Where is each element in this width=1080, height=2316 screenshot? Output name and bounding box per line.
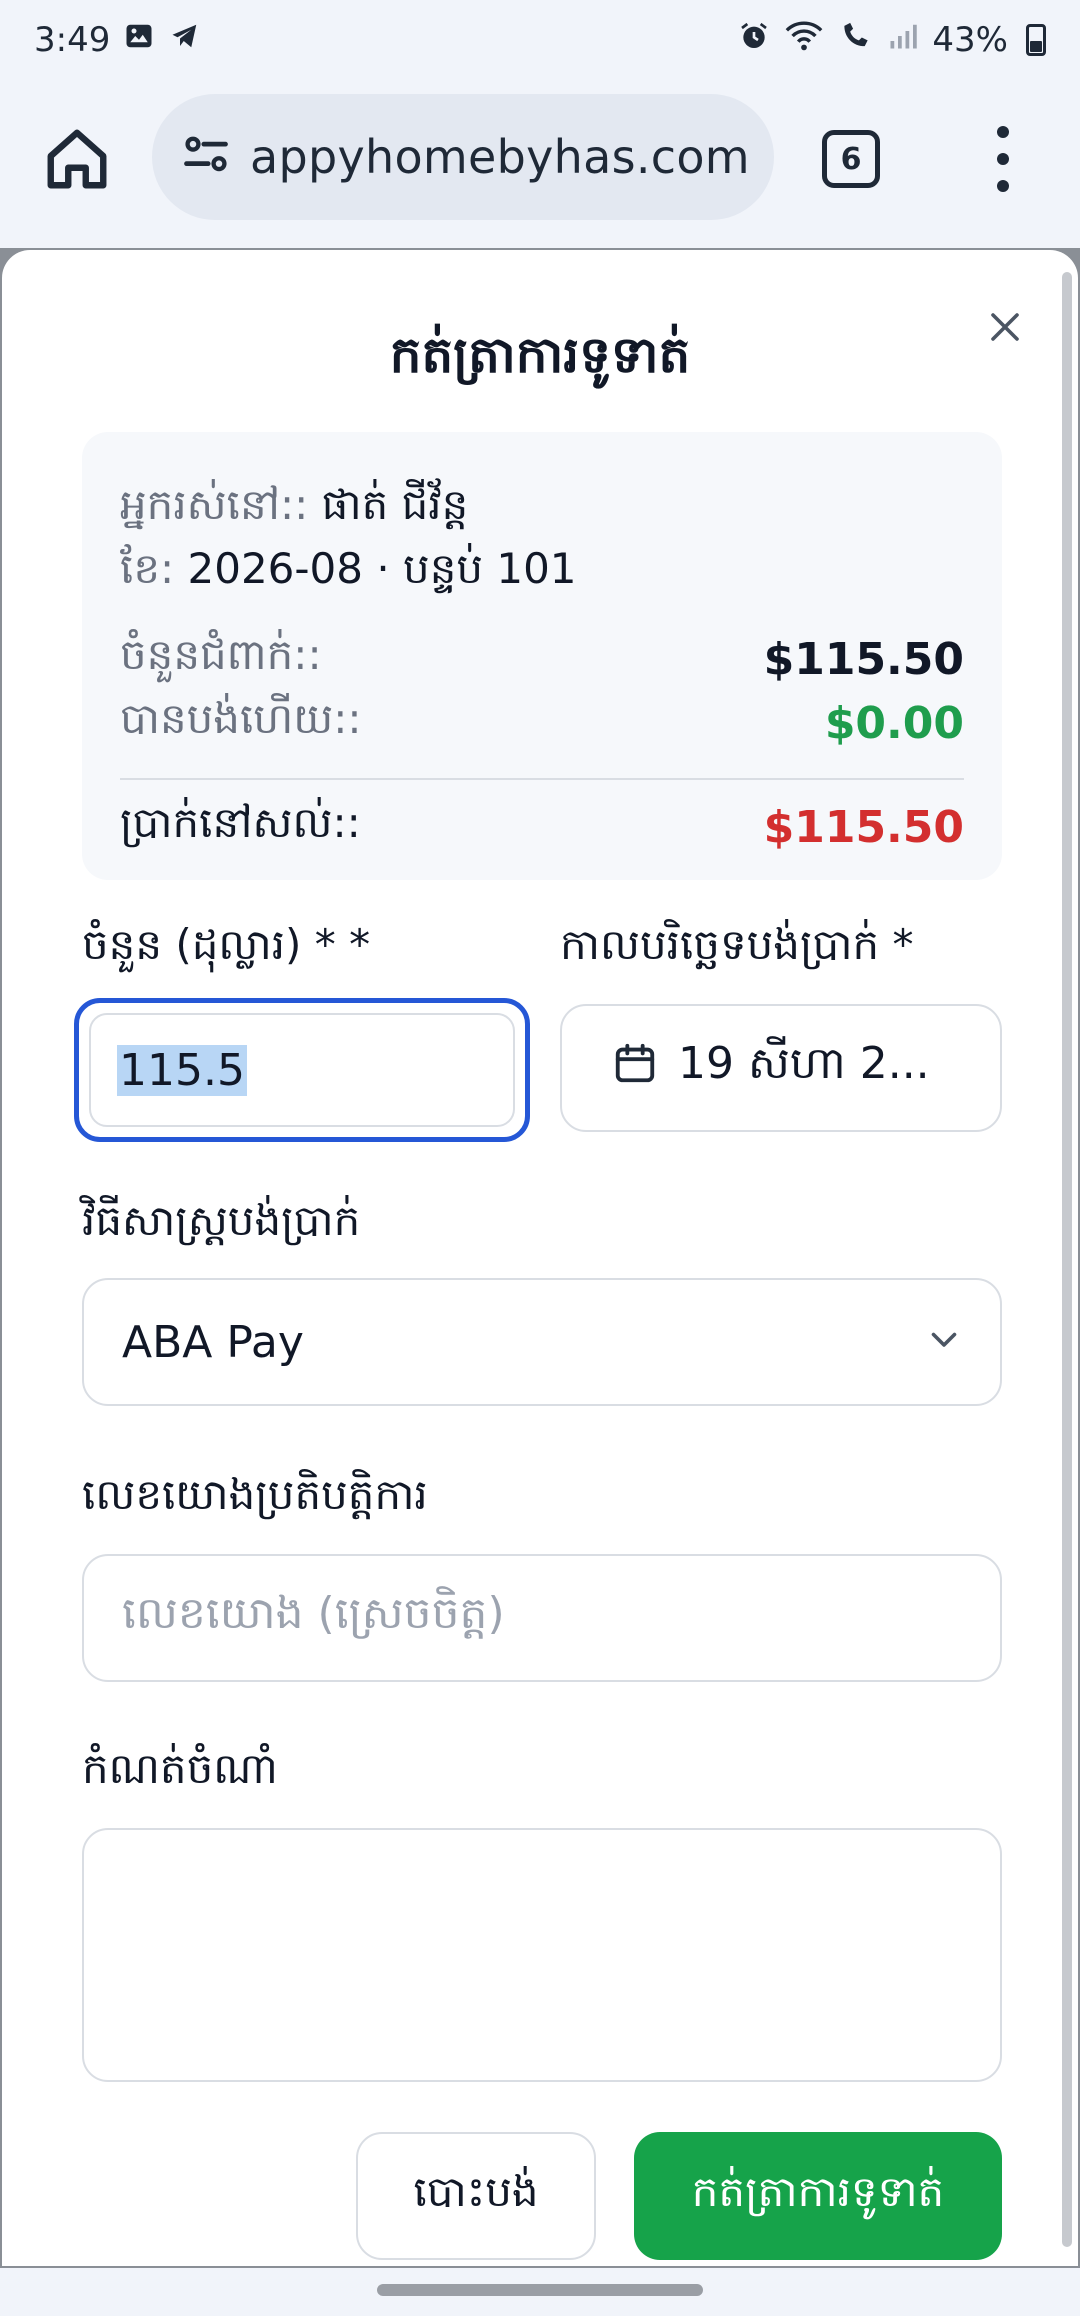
home-icon[interactable] (42, 124, 112, 194)
month-line: ខែ: 2026-08 · បន្ទប់ 101 (120, 542, 577, 604)
reference-input[interactable]: លេខយោង (ស្រេចចិត្ត) (82, 1554, 1002, 1682)
more-options-icon[interactable] (985, 126, 1021, 192)
status-left: 3:49 (34, 20, 202, 60)
record-payment-modal: កត់ត្រាការទូទាត់ អ្នករស់នៅ:: ផាត់ ជីវ័ន្… (2, 250, 1078, 2266)
remaining-row: ប្រាក់នៅសល់:: $115.50 (120, 796, 964, 858)
status-time: 3:49 (34, 20, 111, 60)
summary-divider (120, 778, 964, 780)
telegram-icon (168, 21, 202, 59)
wifi-calling-icon (838, 20, 874, 60)
date-label: កាលបរិច្ឆេទបង់ប្រាក់ * (560, 920, 914, 969)
month-value: 2026-08 · បន្ទប់ 101 (187, 544, 577, 593)
site-settings-icon[interactable] (180, 129, 232, 185)
note-label: កំណត់ចំណាំ (82, 1744, 278, 1793)
payment-method-select[interactable]: ABA Pay (82, 1278, 1002, 1406)
amount-label: ចំនួន (ដុល្លារ) * * (82, 920, 371, 969)
record-payment-button[interactable]: កត់ត្រាការទូទាត់ (634, 2132, 1002, 2260)
paid-row: បានបង់ហើយ:: $0.00 (120, 692, 964, 754)
reference-label: លេខយោងប្រតិបត្តិការ (82, 1470, 428, 1519)
note-textarea[interactable] (82, 1828, 1002, 2082)
method-value: ABA Pay (122, 1316, 304, 1368)
signal-icon (888, 21, 918, 59)
cancel-button[interactable]: បោះបង់ (356, 2132, 596, 2260)
scrollbar[interactable] (1062, 272, 1072, 2247)
amount-value: 115.5 (117, 1044, 247, 1096)
battery-icon (1026, 24, 1046, 56)
modal-title: កត់ត្រាការទូទាត់ (389, 326, 691, 384)
home-indicator[interactable] (377, 2284, 703, 2296)
payment-date-input[interactable]: 19 សីហា 2... (560, 1004, 1002, 1132)
tenant-name: ផាត់ ជីវ័ន្ត (321, 480, 469, 529)
amount-input[interactable]: 115.5 (74, 998, 530, 1142)
calendar-icon (612, 1040, 658, 1097)
amount-due-row: ចំនួនជំពាក់:: $115.50 (120, 628, 964, 690)
status-bar: 3:49 43% (0, 0, 1080, 80)
tenant-line: អ្នករស់នៅ:: ផាត់ ជីវ័ន្ត (120, 478, 468, 540)
due-label: ចំនួនជំពាក់:: (120, 630, 322, 679)
remaining-amount: $115.50 (763, 801, 964, 853)
alarm-icon (738, 20, 770, 60)
tab-switcher-button[interactable]: 6 (822, 130, 880, 188)
status-right: 43% (738, 20, 1046, 60)
paid-label: បានបង់ហើយ:: (120, 694, 362, 743)
paid-amount: $0.00 (824, 697, 964, 749)
chevron-down-icon (926, 1317, 962, 1368)
remaining-label: ប្រាក់នៅសល់:: (120, 798, 361, 847)
payment-summary: អ្នករស់នៅ:: ផាត់ ជីវ័ន្ត ខែ: 2026-08 · ប… (82, 432, 1002, 880)
date-value: 19 សីហា 2... (678, 1038, 930, 1089)
due-amount: $115.50 (763, 633, 964, 685)
reference-placeholder: លេខយោង (ស្រេចចិត្ត) (122, 1588, 505, 1639)
browser-toolbar: appyhomebyhas.com 6 (0, 80, 1080, 248)
url-text: appyhomebyhas.com (250, 130, 750, 184)
wifi-icon (784, 20, 824, 60)
battery-percent: 43% (932, 20, 1008, 60)
address-bar[interactable]: appyhomebyhas.com (152, 94, 774, 220)
gallery-icon (124, 21, 154, 59)
month-label: ខែ: (120, 544, 175, 593)
method-label: វិធីសាស្ត្របង់ប្រាក់ (82, 1196, 361, 1245)
tenant-label: អ្នករស់នៅ:: (120, 480, 309, 529)
